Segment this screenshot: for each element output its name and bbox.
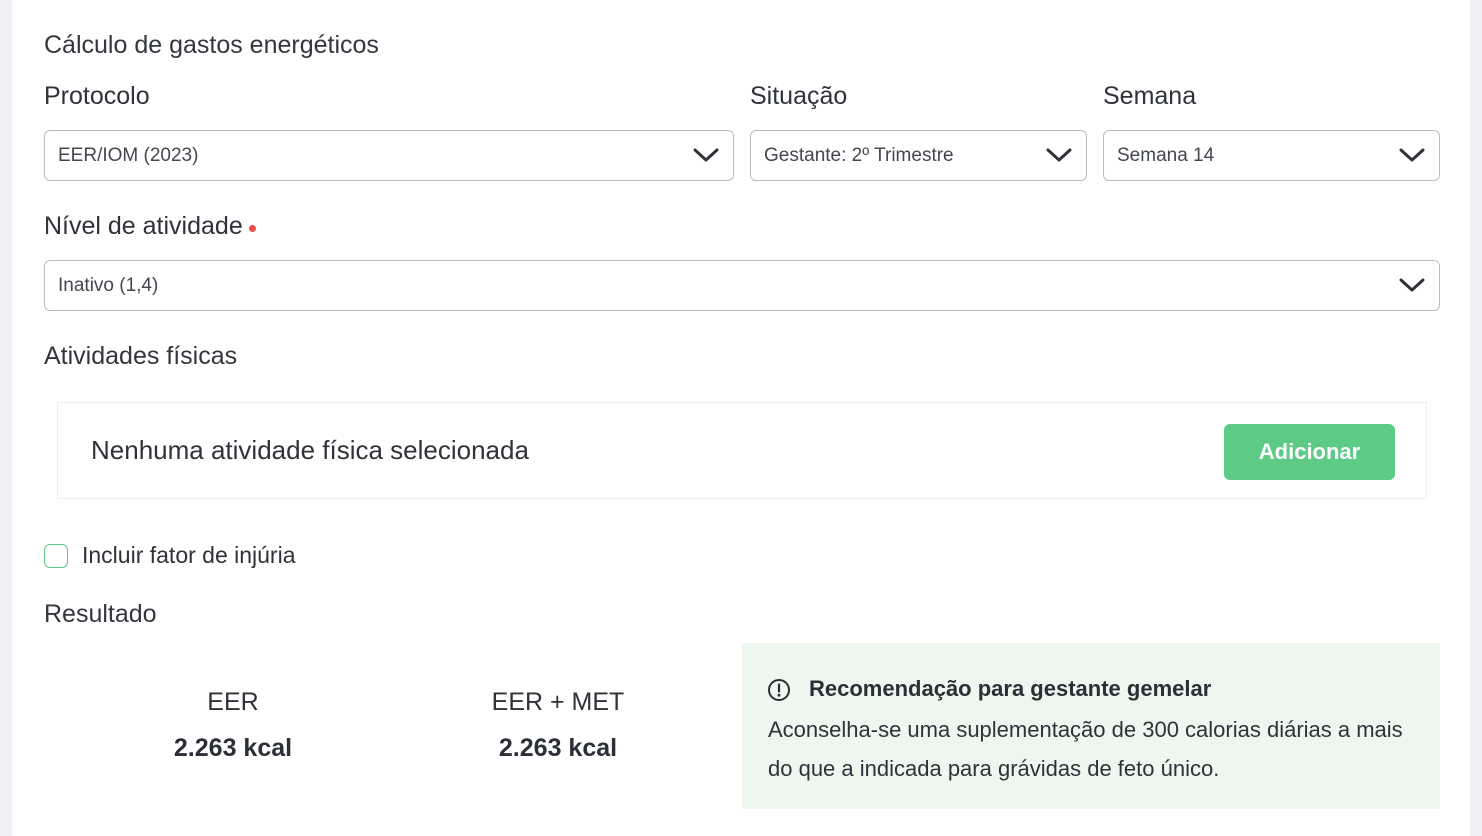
resultado-title: Resultado [44, 600, 157, 628]
injury-factor-label[interactable]: Incluir fator de injúria [82, 542, 296, 569]
nivel-atividade-label: Nível de atividade [44, 212, 256, 241]
add-activity-button[interactable]: Adicionar [1224, 424, 1395, 480]
page-title: Cálculo de gastos energéticos [44, 31, 379, 59]
chevron-down-icon [1398, 278, 1426, 294]
eer-value: 2.263 kcal [173, 734, 293, 762]
protocolo-value: EER/IOM (2023) [58, 144, 199, 166]
chevron-down-icon [692, 148, 720, 164]
nivel-atividade-select[interactable]: Inativo (1,4) [44, 260, 1440, 311]
eer-met-result: EER + MET 2.263 kcal [428, 688, 688, 763]
required-indicator [248, 224, 256, 232]
eer-met-value: 2.263 kcal [498, 734, 618, 762]
semana-label: Semana [1103, 82, 1197, 110]
protocolo-select[interactable]: EER/IOM (2023) [44, 130, 734, 181]
notice-title: Recomendação para gestante gemelar [809, 676, 1212, 701]
situacao-label: Situação [750, 82, 848, 110]
situacao-value: Gestante: 2º Trimestre [764, 144, 954, 166]
situacao-select[interactable]: Gestante: 2º Trimestre [750, 130, 1087, 181]
semana-select[interactable]: Semana 14 [1103, 130, 1440, 181]
eer-result: EER 2.263 kcal [103, 688, 363, 763]
energy-expenditure-card: Cálculo de gastos energéticos Protocolo … [12, 0, 1470, 836]
semana-value: Semana 14 [1117, 144, 1215, 166]
injury-factor-checkbox[interactable] [44, 544, 68, 568]
empty-activities-text: Nenhuma atividade física selecionada [91, 435, 529, 465]
info-circle-icon [767, 678, 791, 702]
chevron-down-icon [1398, 148, 1426, 164]
eer-met-label: EER + MET [491, 688, 625, 716]
protocolo-label: Protocolo [44, 82, 150, 110]
chevron-down-icon [1045, 148, 1073, 164]
twin-pregnancy-notice: Recomendação para gestante gemelar Acons… [742, 643, 1440, 809]
notice-body: Aconselha-se uma suplementação de 300 ca… [768, 717, 1403, 781]
nivel-atividade-label-text: Nível de atividade [44, 212, 243, 240]
eer-label: EER [207, 688, 259, 716]
activities-panel: Nenhuma atividade física selecionada Adi… [57, 402, 1427, 499]
nivel-atividade-value: Inativo (1,4) [58, 274, 159, 296]
atividades-title: Atividades físicas [44, 342, 238, 370]
